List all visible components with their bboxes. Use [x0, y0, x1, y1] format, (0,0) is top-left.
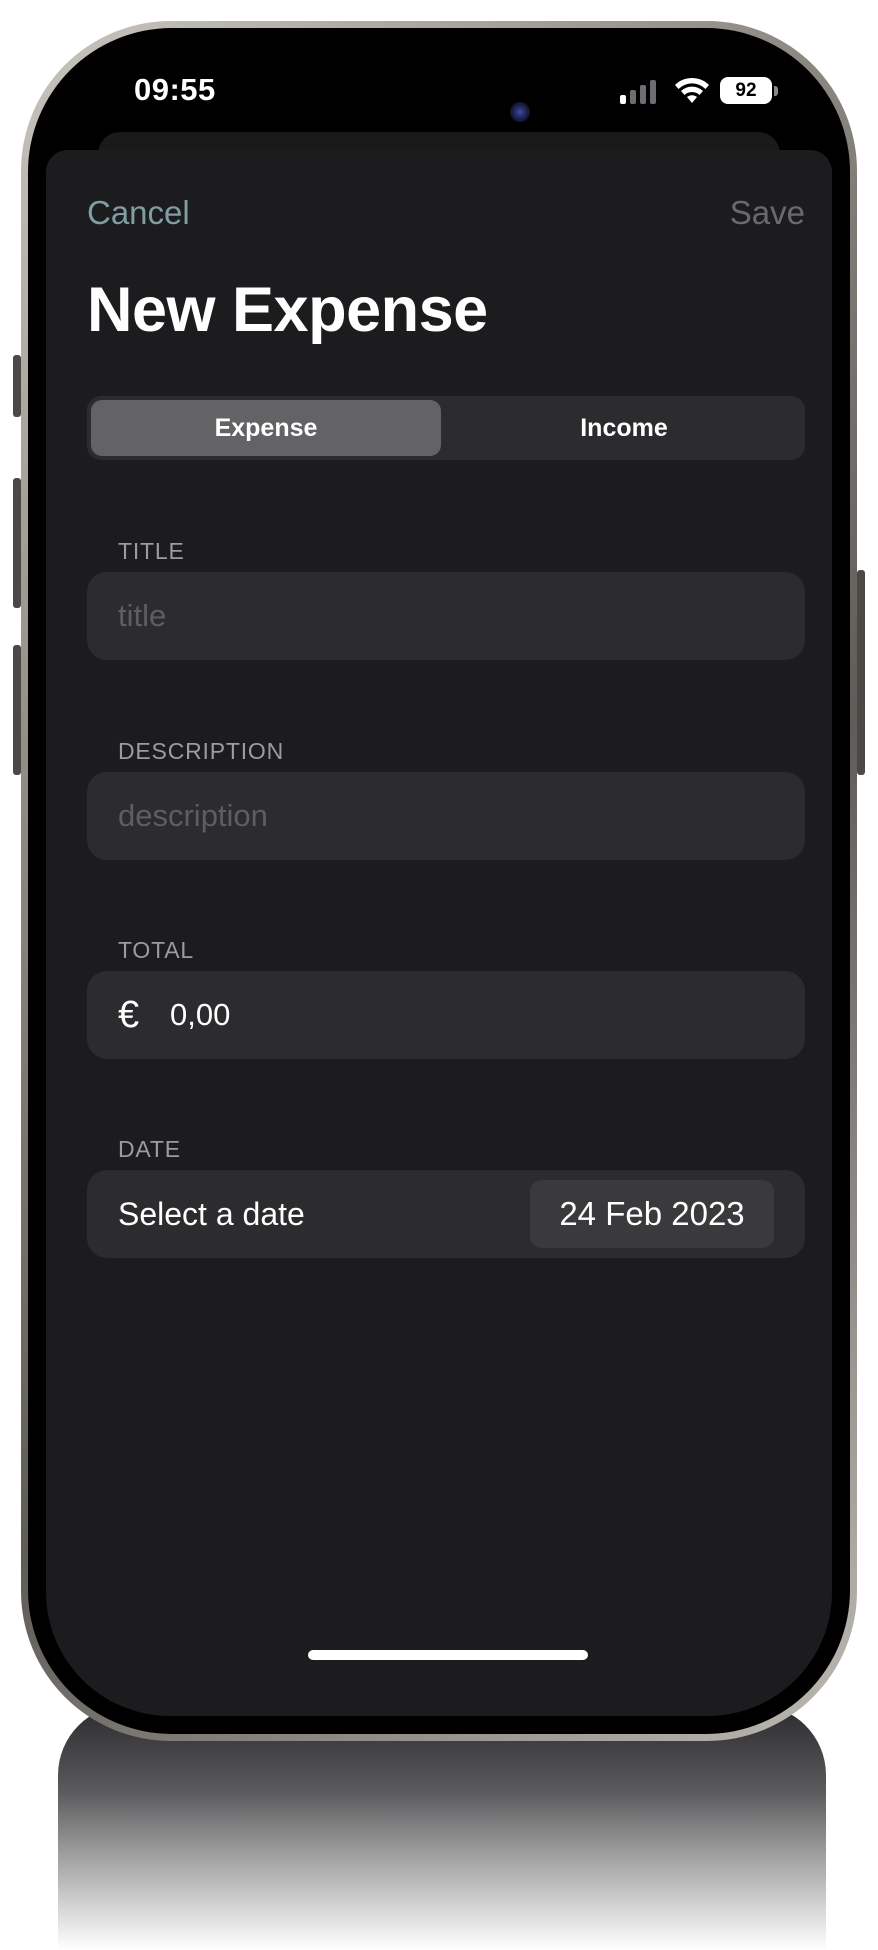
title-section-header: TITLE [118, 538, 185, 564]
title-input[interactable] [118, 572, 778, 660]
volume-down-button [13, 645, 21, 775]
front-camera [510, 102, 530, 122]
page-title: New Expense [87, 275, 488, 345]
total-field[interactable]: € 0,00 [87, 971, 805, 1059]
power-button [857, 570, 865, 775]
battery-indicator: 92 [720, 77, 772, 104]
save-button[interactable]: Save [730, 194, 805, 232]
date-section-header: DATE [118, 1136, 181, 1162]
description-section-header: DESCRIPTION [118, 738, 284, 764]
date-picker-button[interactable]: 24 Feb 2023 [530, 1180, 774, 1248]
device-screen: 09:55 92 Cancel Save New Expense Expense… [46, 46, 832, 1716]
action-button [13, 355, 21, 417]
title-field [87, 572, 805, 660]
segment-income[interactable]: Income [447, 400, 801, 456]
new-expense-sheet: Cancel Save New Expense Expense Income T… [46, 150, 832, 1716]
date-label: Select a date [118, 1196, 305, 1232]
total-amount[interactable]: 0,00 [170, 971, 230, 1059]
description-input[interactable] [118, 772, 778, 860]
device-reflection [58, 1705, 826, 1950]
cancel-button[interactable]: Cancel [87, 194, 190, 232]
volume-up-button [13, 478, 21, 608]
total-section-header: TOTAL [118, 937, 194, 963]
status-time: 09:55 [134, 72, 216, 107]
wifi-icon [675, 77, 709, 103]
segment-expense[interactable]: Expense [91, 400, 441, 456]
date-row: Select a date 24 Feb 2023 [87, 1170, 805, 1258]
battery-tip [774, 86, 778, 96]
cellular-signal-icon [620, 80, 664, 104]
description-field [87, 772, 805, 860]
home-indicator[interactable] [308, 1650, 588, 1660]
currency-symbol: € [118, 994, 140, 1036]
type-segmented-control: Expense Income [87, 396, 805, 460]
